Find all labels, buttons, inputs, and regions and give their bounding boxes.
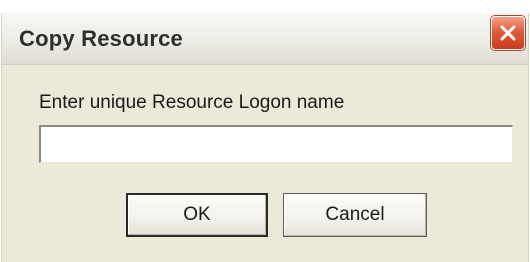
logon-name-label: Enter unique Resource Logon name [39,92,345,113]
ok-button[interactable]: OK [126,193,268,237]
dialog-content: Enter unique Resource Logon name OK Canc… [2,65,528,262]
title-bar[interactable]: Copy Resource [2,13,528,65]
dialog-title: Copy Resource [19,26,183,51]
cancel-button[interactable]: Cancel [283,193,427,237]
close-button[interactable] [491,16,525,50]
logon-name-input[interactable] [39,125,513,163]
close-icon [500,25,516,41]
copy-resource-dialog: Copy Resource Enter unique Resource Logo… [1,13,529,262]
